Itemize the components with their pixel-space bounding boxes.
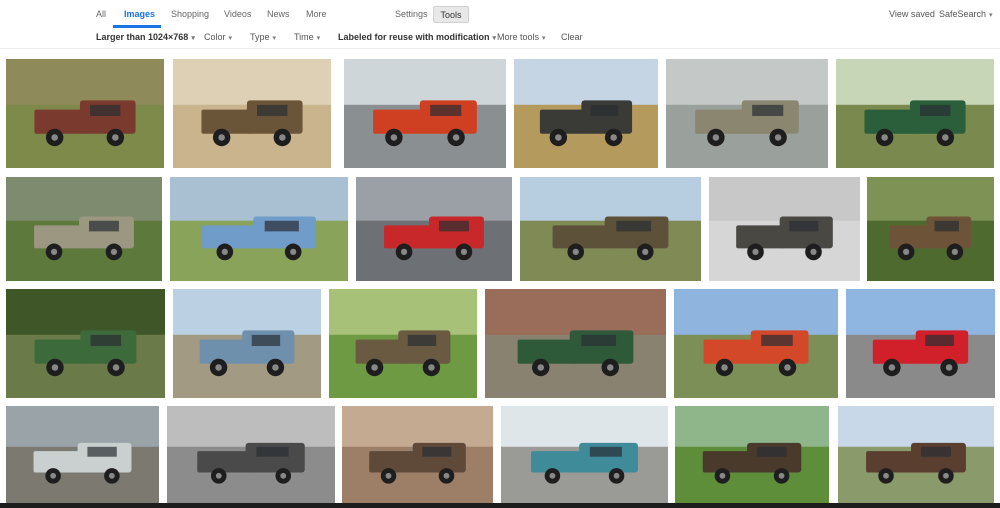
image-result[interactable] [520,177,701,281]
image-result[interactable] [329,289,477,398]
chevron-down-icon: ▾ [316,35,321,42]
safesearch-menu[interactable]: SafeSearch ▾ [939,9,993,19]
image-result[interactable] [514,59,658,168]
size-filter[interactable]: Larger than 1024×768 ▾ [96,32,195,42]
truck-photo [675,406,829,503]
image-result[interactable] [675,406,829,503]
clear-filters-link[interactable]: Clear [561,32,583,42]
image-result[interactable] [501,406,668,503]
more-tools-filter[interactable]: More tools ▾ [497,32,546,42]
truck-photo [356,177,512,281]
truck-photo [6,177,162,281]
image-result[interactable] [674,289,838,398]
settings-link[interactable]: Settings [395,9,428,19]
tools-button[interactable]: Tools [433,6,469,23]
type-filter[interactable]: Type ▾ [250,32,276,42]
truck-photo [344,59,506,168]
view-saved-link[interactable]: View saved [889,9,935,19]
truck-photo [170,177,348,281]
image-result[interactable] [709,177,860,281]
truck-photo [173,289,321,398]
image-result[interactable] [342,406,493,503]
tools-filter-bar: Larger than 1024×768 ▾ Color ▾ Type ▾ Time ▾… [0,28,1000,48]
chevron-down-icon: ▾ [272,35,277,42]
image-result[interactable] [867,177,994,281]
image-result[interactable] [173,289,321,398]
truck-photo [173,59,331,168]
chevron-down-icon: ▾ [228,35,233,42]
image-result[interactable] [356,177,512,281]
image-result[interactable] [344,59,506,168]
image-result[interactable] [485,289,666,398]
time-filter[interactable]: Time ▾ [294,32,320,42]
truck-photo [167,406,335,503]
safesearch-label: SafeSearch [939,9,987,19]
truck-photo [709,177,860,281]
chevron-down-icon: ▾ [191,35,195,42]
image-result[interactable] [666,59,828,168]
truck-photo [501,406,668,503]
tab-all[interactable]: All [96,9,106,19]
image-result[interactable] [838,406,994,503]
truck-photo [520,177,701,281]
truck-photo [6,59,164,168]
image-result[interactable] [173,59,331,168]
color-filter[interactable]: Color ▾ [204,32,232,42]
truck-photo [485,289,666,398]
truck-photo [6,289,165,398]
image-result[interactable] [846,289,995,398]
truck-photo [674,289,838,398]
truck-photo [6,406,159,503]
truck-photo [867,177,994,281]
color-filter-label: Color [204,32,226,42]
size-filter-label: Larger than 1024×768 [96,32,189,42]
chevron-down-icon: ▾ [542,35,546,42]
more-tools-label: More tools [497,32,540,42]
type-filter-label: Type [250,32,270,42]
image-result[interactable] [6,289,165,398]
truck-photo [329,289,477,398]
image-result[interactable] [170,177,348,281]
header-divider [0,48,1000,49]
tab-videos[interactable]: Videos [224,9,251,19]
image-result[interactable] [6,406,159,503]
image-result[interactable] [6,177,162,281]
truck-photo [846,289,995,398]
usage-rights-filter[interactable]: Labeled for reuse with modification ▾ [338,32,496,42]
image-result[interactable] [167,406,335,503]
chevron-down-icon: ▾ [492,35,497,42]
chevron-down-icon: ▾ [989,12,993,19]
time-filter-label: Time [294,32,314,42]
tab-more[interactable]: More [306,9,327,19]
image-result[interactable] [6,59,164,168]
usage-rights-label: Labeled for reuse with modification [338,32,490,42]
tab-shopping[interactable]: Shopping [171,9,209,19]
truck-photo [836,59,994,168]
truck-photo [342,406,493,503]
top-navigation: All Images Shopping Videos News More Set… [0,0,1000,28]
image-result[interactable] [836,59,994,168]
truck-photo [514,59,658,168]
next-row-edge [0,503,1000,508]
truck-photo [838,406,994,503]
tab-news[interactable]: News [267,9,290,19]
tab-images[interactable]: Images [124,9,155,19]
truck-photo [666,59,828,168]
